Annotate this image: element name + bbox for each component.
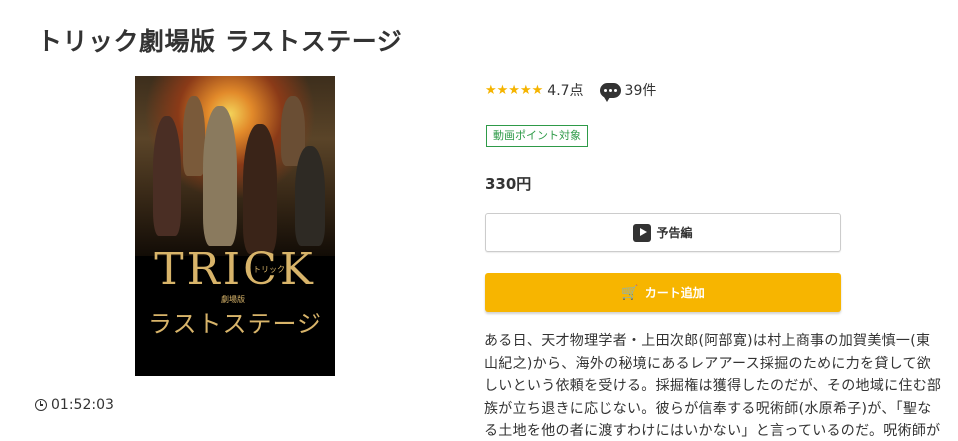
price: 330円 — [485, 175, 532, 193]
poster-logo-tag: トリック — [253, 265, 285, 274]
poster-figure — [183, 96, 205, 176]
movie-poster[interactable]: TRICK トリック 劇場版 ラストステージ — [135, 76, 335, 376]
review-count-link[interactable]: 39件 — [599, 80, 657, 102]
cart-icon: 🛒 — [621, 284, 639, 301]
clock-icon — [35, 399, 47, 411]
poster-logo: TRICK — [154, 244, 316, 295]
poster-figure — [153, 116, 181, 236]
trailer-button-label: 予告編 — [656, 226, 693, 240]
point-eligible-badge: 動画ポイント対象 — [486, 125, 588, 147]
star-rating-icon: ★★★★★ — [485, 82, 544, 98]
poster-figure — [203, 106, 237, 246]
cart-button-label: カート追加 — [644, 286, 705, 300]
rating-score: 4.7点 — [547, 83, 584, 99]
synopsis: ある日、天才物理学者・上田次郎(阿部寛)は村上商事の加賀美慎一(東山紀之)から、… — [484, 333, 942, 439]
duration: 01:52:03 — [35, 397, 114, 413]
poster-subtitle: ラストステージ — [147, 310, 323, 338]
page-title: トリック劇場版 ラストステージ — [37, 27, 403, 56]
play-icon — [633, 223, 652, 242]
rating-row: ★★★★★ 4.7点 39件 — [485, 80, 657, 102]
comment-icon — [599, 82, 621, 102]
review-count: 39件 — [624, 83, 657, 99]
add-to-cart-button[interactable]: 🛒 カート追加 — [485, 273, 841, 312]
poster-figure — [243, 124, 277, 254]
duration-value: 01:52:03 — [51, 397, 114, 413]
poster-figure — [295, 146, 325, 246]
trailer-button[interactable]: 予告編 — [485, 213, 841, 252]
poster-scene — [135, 76, 335, 256]
